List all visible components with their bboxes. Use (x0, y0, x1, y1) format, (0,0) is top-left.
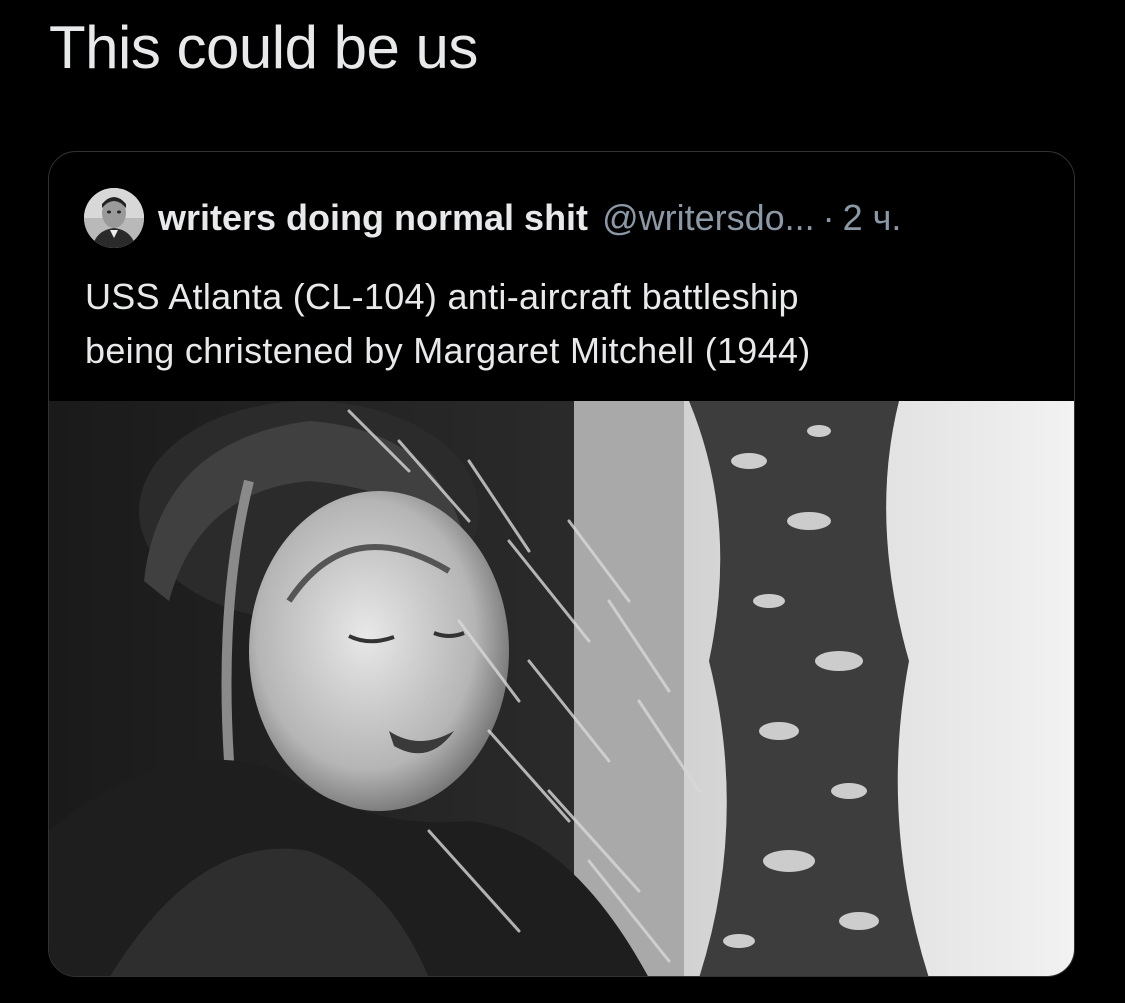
quoted-timestamp[interactable]: 2 ч. (843, 197, 902, 239)
dot-separator: · (822, 197, 835, 238)
tweet-text: This could be us (49, 14, 478, 81)
quoted-body-line: USS Atlanta (CL-104) anti-aircraft battl… (85, 276, 799, 317)
avatar[interactable] (84, 188, 144, 248)
quoted-tweet-header: writers doing normal shit @writersdo... … (84, 188, 901, 248)
black-and-white-photo (49, 401, 1074, 976)
quoted-body-line: being christened by Margaret Mitchell (1… (85, 330, 811, 371)
tweet-page: This could be us writers doing normal sh… (0, 0, 1125, 1003)
quoted-tweet-media[interactable] (49, 401, 1074, 976)
quoted-tweet-card[interactable]: writers doing normal shit @writersdo... … (48, 151, 1075, 977)
avatar-photo-icon (84, 188, 144, 248)
quoted-display-name[interactable]: writers doing normal shit (158, 197, 588, 239)
quoted-handle[interactable]: @writersdo... (602, 197, 815, 239)
quoted-tweet-body: USS Atlanta (CL-104) anti-aircraft battl… (85, 270, 1045, 378)
